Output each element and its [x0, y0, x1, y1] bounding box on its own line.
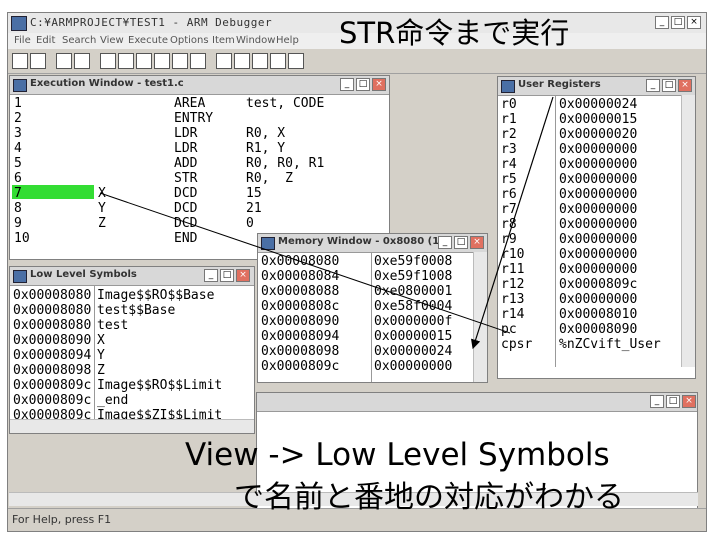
annotation-top: STR命令まで実行	[339, 16, 570, 50]
annotation-bottom-line2: で名前と番地の対応がわかる	[234, 480, 624, 515]
arrow-to-r0	[470, 96, 554, 350]
symbol-link-arrow	[99, 192, 511, 334]
annotation-bottom-line1: View -> Low Level Symbols	[185, 437, 610, 473]
